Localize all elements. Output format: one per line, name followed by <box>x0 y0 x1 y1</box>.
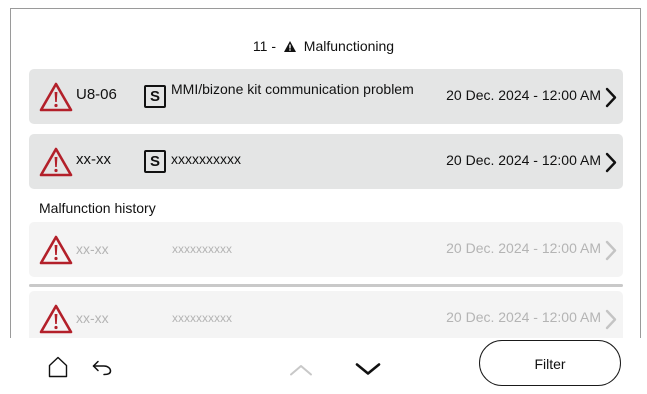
chevron-up-icon[interactable] <box>289 364 313 376</box>
warning-triangle-icon <box>39 235 73 265</box>
chevron-right-icon[interactable] <box>605 309 617 330</box>
malfunction-description: xxxxxxxxxx <box>171 151 241 167</box>
history-code: xx-xx <box>76 310 109 326</box>
source-badge: S <box>144 150 166 173</box>
window-frame-left <box>10 8 11 394</box>
source-badge: S <box>144 85 166 108</box>
window-frame-right <box>640 8 641 394</box>
history-description: xxxxxxxxxx <box>172 311 232 325</box>
history-description: xxxxxxxxxx <box>172 242 232 256</box>
history-date: 20 Dec. 2024 - 12:00 AM <box>446 309 601 325</box>
chevron-right-icon[interactable] <box>605 87 617 108</box>
malfunction-row[interactable]: U8-06 S MMI/bizone kit communication pro… <box>29 69 623 124</box>
malfunction-count: 11 - <box>252 38 277 54</box>
home-icon[interactable] <box>48 356 68 378</box>
malfunction-description: MMI/bizone kit communication problem <box>171 81 414 97</box>
malfunction-date: 20 Dec. 2024 - 12:00 AM <box>446 87 601 103</box>
chevron-right-icon[interactable] <box>605 152 617 173</box>
back-arrow-icon[interactable] <box>92 360 112 376</box>
page-title-text: Malfunctioning <box>303 38 395 54</box>
malfunction-code: xx-xx <box>76 151 111 168</box>
history-code: xx-xx <box>76 241 109 257</box>
history-date: 20 Dec. 2024 - 12:00 AM <box>446 240 601 256</box>
chevron-down-icon[interactable] <box>355 362 381 376</box>
window-frame-top <box>10 8 641 9</box>
warning-triangle-icon <box>39 82 73 112</box>
malfunction-date: 20 Dec. 2024 - 12:00 AM <box>446 152 601 168</box>
malfunction-row[interactable]: xx-xx S xxxxxxxxxx 20 Dec. 2024 - 12:00 … <box>29 134 623 189</box>
divider <box>29 284 623 287</box>
chevron-right-icon[interactable] <box>605 240 617 261</box>
malfunction-code: U8-06 <box>76 86 117 103</box>
page-title: 11 - Malfunctioning <box>0 38 647 54</box>
history-section-title: Malfunction history <box>39 200 156 216</box>
history-row[interactable]: xx-xx xxxxxxxxxx 20 Dec. 2024 - 12:00 AM <box>29 222 623 277</box>
warning-triangle-icon <box>39 147 73 177</box>
warning-triangle-icon <box>39 304 73 334</box>
filter-button[interactable]: Filter <box>479 340 621 386</box>
warning-icon <box>283 41 296 52</box>
